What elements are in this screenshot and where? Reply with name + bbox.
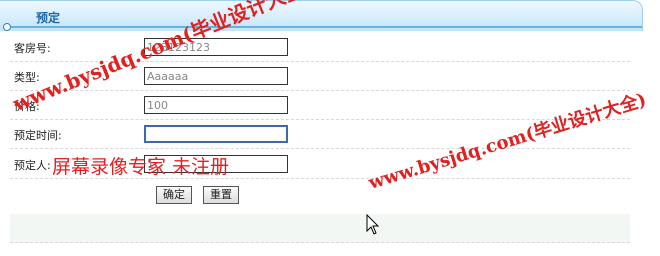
watermark-recorder: 屏幕录像专家 未注册 <box>52 156 230 178</box>
booking-time-input[interactable] <box>144 125 288 143</box>
header-divider <box>8 26 642 28</box>
footer-row <box>10 214 630 243</box>
header-dot-icon <box>3 23 11 31</box>
reset-button[interactable]: 重置 <box>203 186 239 204</box>
room-type-input[interactable] <box>144 67 288 85</box>
booker-label: 预定人: <box>14 159 51 172</box>
submit-button[interactable]: 确定 <box>156 186 192 204</box>
panel-title: 预定 <box>36 11 61 25</box>
price-input[interactable] <box>144 96 288 114</box>
booking-time-label: 预定时间: <box>14 129 62 142</box>
mouse-cursor-icon <box>366 214 380 235</box>
room-number-label: 客房号: <box>14 42 51 55</box>
price-row: 价格: <box>10 91 630 120</box>
